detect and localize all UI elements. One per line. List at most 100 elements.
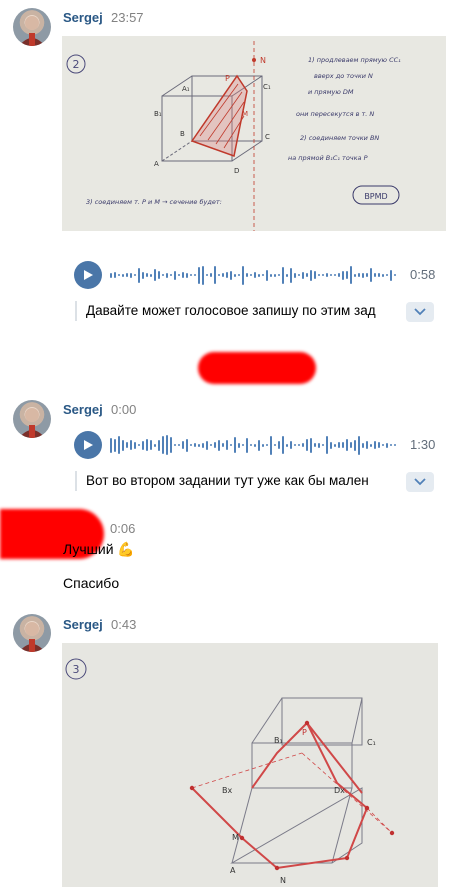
photo-attachment[interactable]: 3 B₁ P C₁ Bx Dx M A N (62, 643, 438, 887)
waveform-bar (246, 437, 248, 453)
waveform-bar (310, 269, 312, 281)
waveform-bar (254, 272, 256, 278)
waveform-bar (202, 265, 204, 285)
svg-text:M: M (232, 833, 239, 842)
waveform-bar (198, 266, 200, 284)
waveform-bar (274, 444, 276, 446)
waveform-bar (222, 443, 224, 447)
voice-waveform[interactable] (110, 261, 400, 289)
waveform-bar (234, 273, 236, 277)
waveform-bar (174, 444, 176, 446)
waveform-bar (170, 437, 172, 453)
sender-name[interactable]: Sergej (63, 617, 103, 632)
waveform-bar (142, 271, 144, 279)
waveform-bar (298, 444, 300, 446)
waveform-bar (258, 439, 260, 451)
waveform-bar (186, 272, 188, 278)
waveform-bar (190, 444, 192, 446)
play-button[interactable] (74, 261, 102, 289)
photo-attachment[interactable]: 2 A₁ B₁ C₁ N P A B C D M 1) продлеваем п… (62, 36, 446, 231)
waveform-bar (206, 440, 208, 450)
waveform-bar (126, 442, 128, 448)
waveform-bar (274, 273, 276, 277)
waveform-bar (146, 439, 148, 451)
svg-text:Bx: Bx (222, 786, 232, 795)
waveform-bar (326, 273, 328, 277)
play-button[interactable] (74, 431, 102, 459)
waveform-bar (346, 271, 348, 279)
waveform-bar (182, 441, 184, 449)
waveform-bar (230, 444, 232, 446)
waveform-bar (294, 272, 296, 278)
waveform-bar (242, 265, 244, 285)
waveform-bar (138, 444, 140, 446)
svg-text:N: N (260, 56, 266, 65)
sender-name[interactable]: Sergej (63, 10, 103, 25)
expand-transcript-button[interactable] (406, 472, 434, 492)
sender-name[interactable]: Sergej (63, 402, 103, 417)
waveform-bar (226, 440, 228, 450)
waveform-bar (382, 273, 384, 277)
waveform-bar (354, 273, 356, 277)
waveform-bar (342, 270, 344, 280)
waveform-bar (134, 441, 136, 449)
svg-text:P: P (302, 728, 307, 737)
waveform-bar (386, 442, 388, 448)
waveform-bar (370, 268, 372, 282)
svg-text:2) соединяем точки BN: 2) соединяем точки BN (300, 134, 379, 142)
waveform-bar (238, 274, 240, 276)
svg-text:C: C (265, 133, 270, 141)
waveform-bar (262, 274, 264, 276)
waveform-bar (262, 443, 264, 447)
waveform-bar (286, 273, 288, 277)
waveform-bar (166, 435, 168, 455)
waveform-bar (186, 438, 188, 452)
waveform-bar (218, 439, 220, 451)
waveform-bar (194, 443, 196, 447)
svg-text:BPMD: BPMD (364, 192, 387, 201)
voice-waveform[interactable] (110, 431, 400, 459)
waveform-bar (122, 439, 124, 451)
waveform-bar (270, 273, 272, 277)
waveform-bar (346, 439, 348, 451)
expand-transcript-button[interactable] (406, 302, 434, 322)
waveform-bar (110, 437, 112, 453)
avatar[interactable] (13, 400, 51, 438)
waveform-bar (258, 273, 260, 277)
svg-text:A: A (230, 866, 236, 875)
waveform-bar (218, 274, 220, 276)
waveform-bar (222, 273, 224, 277)
waveform-bar (382, 444, 384, 446)
waveform-bar (390, 269, 392, 281)
play-icon (84, 270, 93, 280)
waveform-bar (362, 272, 364, 278)
waveform-bar (370, 443, 372, 447)
waveform-bar (154, 443, 156, 447)
svg-text:и прямую DM: и прямую DM (308, 88, 354, 96)
voice-duration: 1:30 (410, 437, 436, 452)
waveform-bar (154, 269, 156, 281)
svg-text:B₁: B₁ (274, 736, 283, 745)
voice-duration: 0:58 (410, 267, 436, 282)
waveform-bar (386, 274, 388, 276)
svg-text:N: N (280, 876, 286, 885)
message-time: 0:06 (110, 521, 136, 536)
waveform-bar (322, 444, 324, 446)
message-text: Лучший 💪 (63, 541, 135, 557)
waveform-bar (286, 443, 288, 447)
avatar[interactable] (13, 8, 51, 46)
waveform-bar (318, 442, 320, 448)
waveform-bar (254, 443, 256, 447)
waveform-bar (354, 439, 356, 451)
voice-transcript: Давайте может голосовое запишу по этим з… (75, 301, 406, 321)
waveform-bar (342, 442, 344, 448)
waveform-bar (266, 269, 268, 281)
waveform-bar (138, 267, 140, 283)
waveform-bar (374, 273, 376, 277)
waveform-bar (158, 271, 160, 279)
waveform-bar (278, 441, 280, 449)
waveform-bar (206, 274, 208, 276)
avatar[interactable] (13, 614, 51, 652)
waveform-bar (302, 271, 304, 279)
waveform-bar (318, 274, 320, 276)
